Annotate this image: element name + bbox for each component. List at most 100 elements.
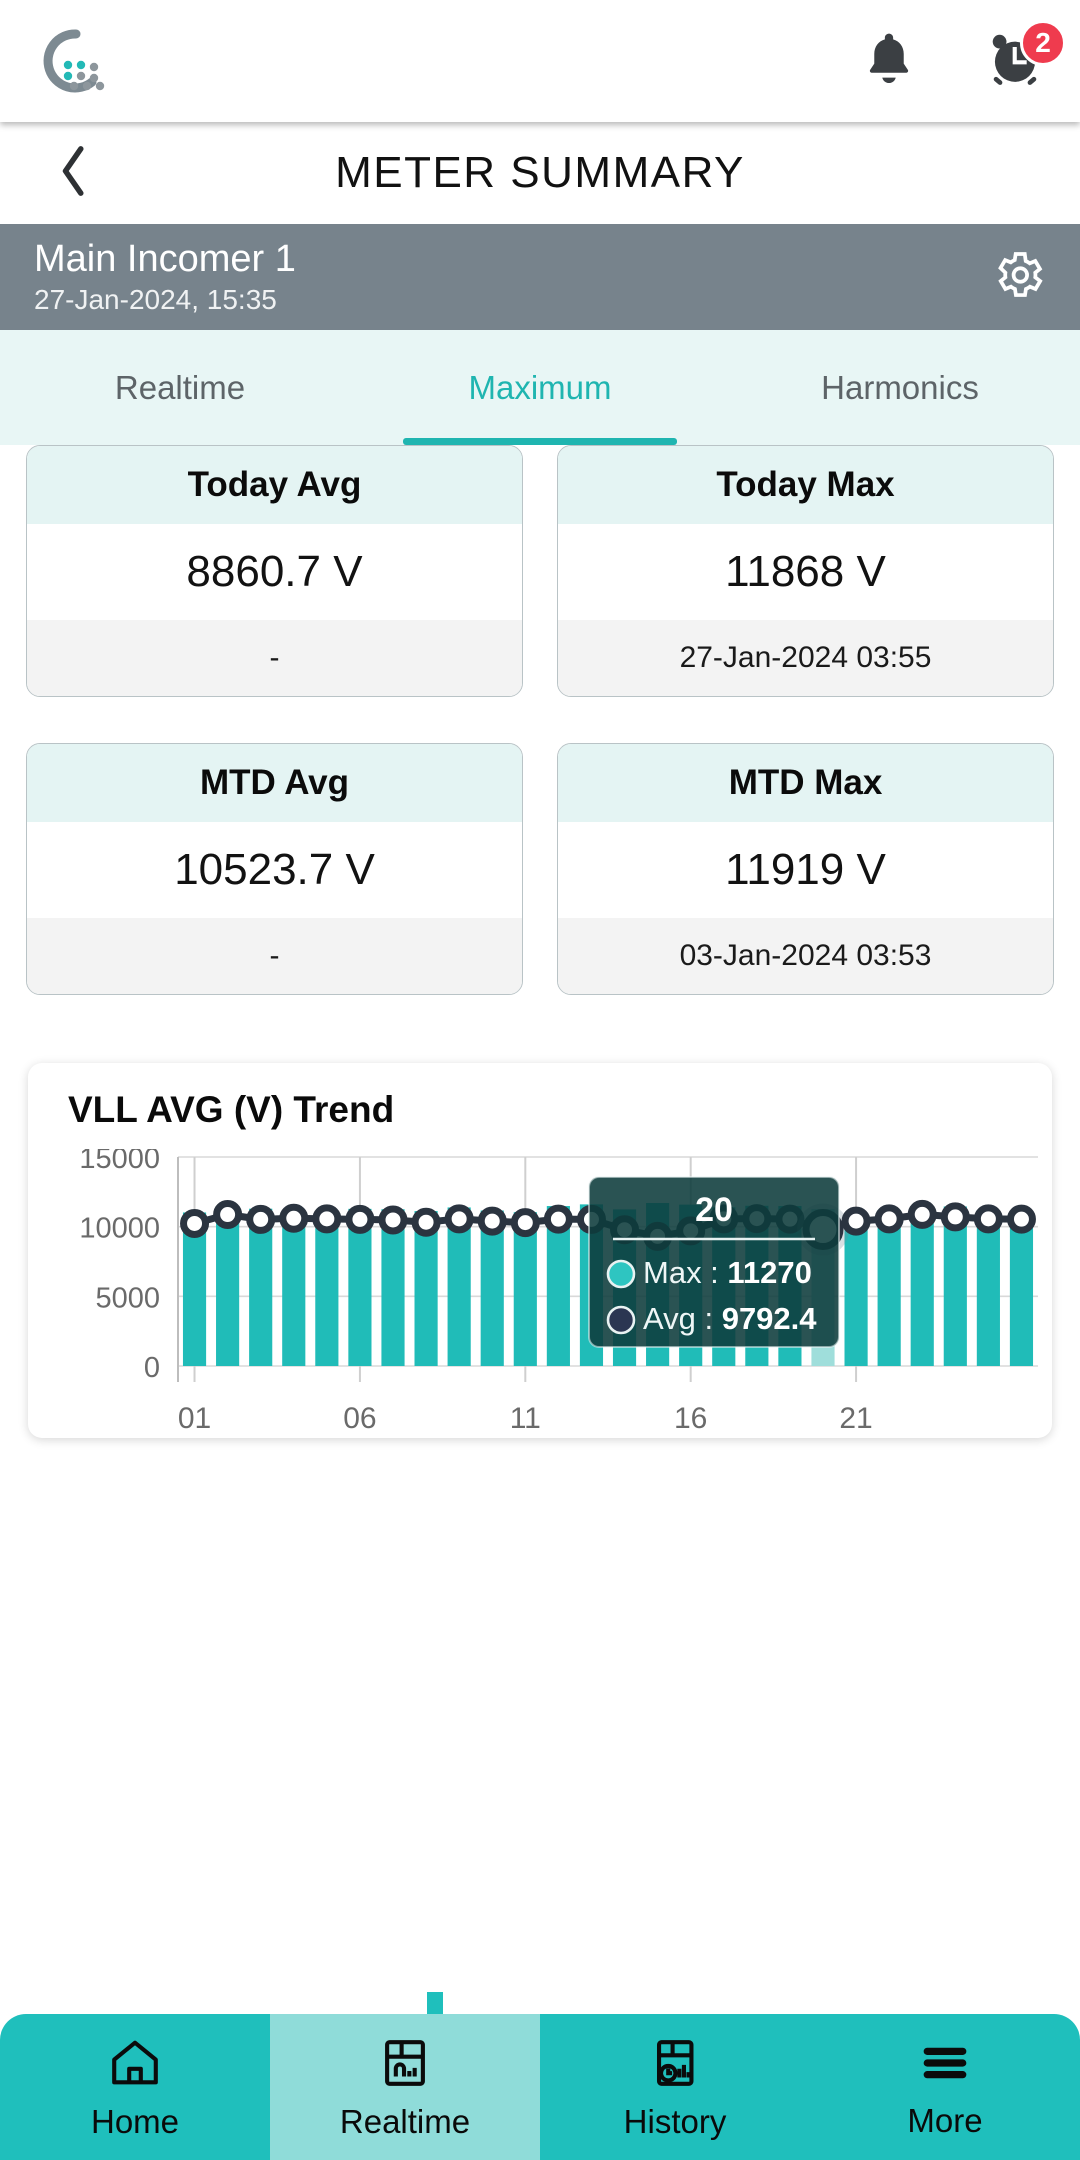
chart-point[interactable] — [213, 1200, 243, 1230]
stat-card-today-max[interactable]: Today Max 11868 V 27-Jan-2024 03:55 — [557, 445, 1054, 697]
nav-item-history[interactable]: History — [540, 2014, 810, 2160]
chart-x-tick-label: 21 — [839, 1402, 872, 1435]
history-chart-icon — [645, 2034, 705, 2097]
stat-card-footer: - — [27, 620, 522, 696]
tab-maximum[interactable]: Maximum — [360, 330, 720, 445]
chart-point[interactable] — [411, 1207, 441, 1237]
tab-bar: Realtime Maximum Harmonics — [0, 330, 1080, 445]
stat-card-value: 8860.7 V — [27, 524, 522, 620]
chart-tooltip-title: 20 — [695, 1191, 733, 1229]
chart-bar[interactable] — [315, 1210, 339, 1366]
chart-tooltip: 20 Max : 11270 Avg : 9792.4 — [588, 1176, 840, 1348]
home-icon — [105, 2034, 165, 2097]
app-bar: 2 — [0, 0, 1080, 122]
app-root: 2 METER SUMMARY Main Incomer 1 27-Jan-20… — [0, 0, 1080, 2160]
chart-x-tick-label: 11 — [510, 1402, 541, 1435]
realtime-meter-icon — [375, 2034, 435, 2097]
nav-indicator-nub — [427, 1992, 443, 2014]
stat-card-today-avg[interactable]: Today Avg 8860.7 V - — [26, 445, 523, 697]
chart-point[interactable] — [907, 1199, 937, 1229]
tab-harmonics-label: Harmonics — [821, 368, 979, 406]
stat-card-footer: 03-Jan-2024 03:53 — [558, 918, 1053, 994]
chart-tooltip-marker — [606, 1305, 636, 1335]
chart-point[interactable] — [312, 1204, 342, 1234]
chart-point[interactable] — [940, 1202, 970, 1232]
chart-tooltip-row: Avg : 9792.4 — [643, 1301, 817, 1336]
gear-icon — [990, 251, 1046, 307]
chart-point[interactable] — [378, 1205, 408, 1235]
chart-bar[interactable] — [910, 1208, 934, 1366]
stat-card-title: MTD Avg — [27, 744, 522, 822]
chart-point[interactable] — [1006, 1204, 1036, 1234]
chart-bar[interactable] — [216, 1205, 240, 1366]
meter-name: Main Incomer 1 — [34, 238, 296, 280]
chart-point[interactable] — [180, 1208, 210, 1238]
tab-realtime-label: Realtime — [114, 368, 246, 406]
title-bar: METER SUMMARY — [0, 122, 1080, 224]
chart-y-tick-label: 15000 — [79, 1149, 160, 1175]
trend-chart-card[interactable]: VLL AVG (V) Trend 0 5000 10000 15000 01 06 11 1… — [28, 1063, 1052, 1438]
chart-tooltip-row: Max : 11270 — [643, 1255, 812, 1290]
chart-x-tick-label: 16 — [674, 1402, 707, 1435]
app-bar-actions: 2 — [854, 0, 1066, 122]
meter-timestamp: 27-Jan-2024, 15:35 — [34, 284, 277, 315]
chart-tooltip-marker — [606, 1259, 636, 1289]
tab-realtime[interactable]: Realtime — [0, 330, 360, 445]
meter-info-bar: Main Incomer 1 27-Jan-2024, 15:35 — [0, 224, 1080, 330]
back-button[interactable] — [34, 122, 114, 224]
stat-card-value: 11868 V — [558, 524, 1053, 620]
nav-item-more[interactable]: More — [810, 2014, 1080, 2160]
stat-card-title: Today Avg — [27, 446, 522, 524]
alarms-button[interactable]: 2 — [980, 20, 1066, 96]
alarm-badge-count: 2 — [1020, 20, 1066, 66]
chevron-left-icon — [52, 142, 96, 205]
nav-item-realtime[interactable]: Realtime — [270, 2014, 540, 2160]
chart-point[interactable] — [477, 1206, 507, 1236]
chart-point[interactable] — [543, 1204, 573, 1234]
chart-y-tick-label: 0 — [144, 1352, 160, 1384]
bottom-navigation: Home Realtime History More — [0, 2014, 1080, 2160]
chart-bar[interactable] — [976, 1210, 1000, 1366]
chart-point[interactable] — [510, 1208, 540, 1238]
tab-maximum-label: Maximum — [468, 368, 612, 406]
chart-bar[interactable] — [1009, 1211, 1034, 1366]
stat-card-mtd-avg[interactable]: MTD Avg 10523.7 V - — [26, 743, 523, 995]
stat-cards: Today Avg 8860.7 V - Today Max 11868 V 2… — [0, 445, 1080, 1041]
chart-point[interactable] — [841, 1206, 871, 1236]
chart-bar[interactable] — [282, 1209, 306, 1366]
stat-card-footer: - — [27, 918, 522, 994]
nav-item-more-label: More — [907, 2101, 983, 2139]
company-logo[interactable] — [26, 24, 110, 98]
chart-point[interactable] — [246, 1204, 276, 1234]
chart-x-tick-label: 01 — [178, 1402, 211, 1435]
page-title: METER SUMMARY — [335, 148, 745, 197]
bell-icon — [858, 28, 920, 95]
chart-point[interactable] — [973, 1204, 1003, 1234]
settings-button[interactable] — [990, 247, 1046, 308]
chart-point[interactable] — [444, 1204, 474, 1234]
chart-point[interactable] — [279, 1203, 309, 1233]
stat-card-row-today: Today Avg 8860.7 V - Today Max 11868 V 2… — [26, 445, 1054, 697]
nav-item-history-label: History — [623, 2102, 727, 2140]
chart-title: VLL AVG (V) Trend — [68, 1089, 395, 1130]
stat-card-row-mtd: MTD Avg 10523.7 V - MTD Max 11919 V 03-J… — [26, 743, 1054, 995]
chart-y-tick-label: 10000 — [79, 1213, 160, 1245]
hamburger-menu-icon — [915, 2035, 975, 2096]
stat-card-footer: 27-Jan-2024 03:55 — [558, 620, 1053, 696]
chart-point[interactable] — [874, 1204, 904, 1234]
stat-card-value: 10523.7 V — [27, 822, 522, 918]
nav-item-home-label: Home — [90, 2102, 180, 2140]
notifications-button[interactable] — [854, 26, 924, 96]
chart-y-tick-label: 5000 — [95, 1282, 160, 1314]
nav-item-home[interactable]: Home — [0, 2014, 270, 2160]
chart-point[interactable] — [345, 1204, 375, 1234]
stat-card-value: 11919 V — [558, 822, 1053, 918]
trend-chart[interactable]: 0 5000 10000 15000 01 06 11 16 21 20 Max : 11270 Av… — [28, 1149, 1052, 1438]
tab-harmonics[interactable]: Harmonics — [720, 330, 1080, 445]
chart-x-tick-label: 06 — [343, 1402, 376, 1435]
nav-item-realtime-label: Realtime — [339, 2102, 471, 2140]
stat-card-mtd-max[interactable]: MTD Max 11919 V 03-Jan-2024 03:53 — [557, 743, 1054, 995]
stat-card-title: MTD Max — [558, 744, 1053, 822]
stat-card-title: Today Max — [558, 446, 1053, 524]
meter-info-texts: Main Incomer 1 27-Jan-2024, 15:35 — [34, 237, 990, 317]
